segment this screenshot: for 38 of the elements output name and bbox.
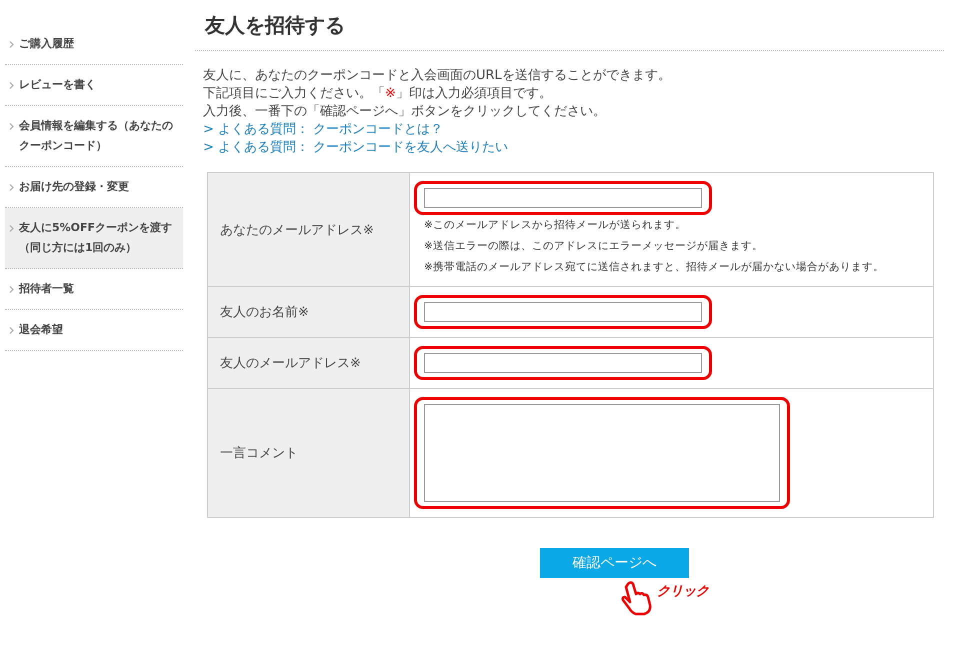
field-note: ※送信エラーの際は、このアドレスにエラーメッセージが届きます。 bbox=[423, 239, 764, 254]
input-field[interactable] bbox=[424, 188, 702, 208]
faq-link[interactable]: > よくある質問： クーポンコードとは？ bbox=[203, 121, 444, 139]
chevron-icon bbox=[9, 327, 14, 334]
faq-link[interactable]: > よくある質問： クーポンコードを友人へ送りたい bbox=[203, 139, 508, 157]
chevron-icon bbox=[9, 184, 14, 191]
sidebar-label: 会員情報を編集する（あなたのクーポンコード） bbox=[19, 118, 174, 154]
click-label: クリック bbox=[657, 583, 709, 600]
field-label: あなたのメールアドレス※ bbox=[220, 222, 374, 238]
sidebar-label: 退会希望 bbox=[19, 322, 63, 338]
sidebar-label: レビューを書く bbox=[19, 77, 96, 93]
sidebar-item[interactable]: 会員情報を編集する（あなたのクーポンコード） bbox=[5, 106, 183, 167]
page-title: 友人を招待する bbox=[205, 12, 346, 39]
field-label: 友人のお名前※ bbox=[220, 305, 309, 320]
chevron-icon bbox=[9, 41, 14, 48]
sidebar-item[interactable]: ご購入履歴 bbox=[5, 24, 183, 65]
sidebar-item[interactable]: レビューを書く bbox=[5, 65, 183, 106]
field-label: 一言コメント bbox=[220, 446, 298, 461]
sidebar-label: ご購入履歴 bbox=[19, 36, 74, 52]
intro-text: 入力後、一番下の「確認ページへ」ボタンをクリックしてください。 bbox=[203, 103, 607, 121]
field-note: ※携帯電話のメールアドレス宛てに送信されますと、招待メールが届かない場合があります。 bbox=[423, 260, 885, 275]
sidebar-label: お届け先の登録・変更 bbox=[19, 179, 129, 195]
chevron-icon bbox=[9, 123, 14, 130]
sidebar-item[interactable]: 招待者一覧 bbox=[5, 269, 183, 310]
input-field[interactable] bbox=[424, 353, 702, 373]
comment-field[interactable] bbox=[424, 404, 780, 502]
chevron-icon bbox=[9, 82, 14, 89]
sidebar-item[interactable]: 退会希望 bbox=[5, 310, 183, 351]
field-note: ※このメールアドレスから招待メールが送られます。 bbox=[423, 218, 687, 233]
intro-text: 下記項目にご入力ください。「※」印は入力必須項目です。 bbox=[203, 85, 553, 103]
sidebar-label: 友人に5%OFFクーポンを渡す（同じ方には1回のみ） bbox=[19, 220, 174, 256]
field-label: 友人のメールアドレス※ bbox=[220, 356, 361, 371]
input-field[interactable] bbox=[424, 302, 702, 322]
chevron-icon bbox=[9, 286, 14, 293]
sidebar-item[interactable]: 友人に5%OFFクーポンを渡す（同じ方には1回のみ） bbox=[5, 208, 183, 269]
sidebar-label: 招待者一覧 bbox=[19, 281, 74, 297]
intro-text: 友人に、あなたのクーポンコードと入会画面のURLを送信することができます。 bbox=[203, 67, 672, 85]
chevron-icon bbox=[9, 225, 14, 232]
